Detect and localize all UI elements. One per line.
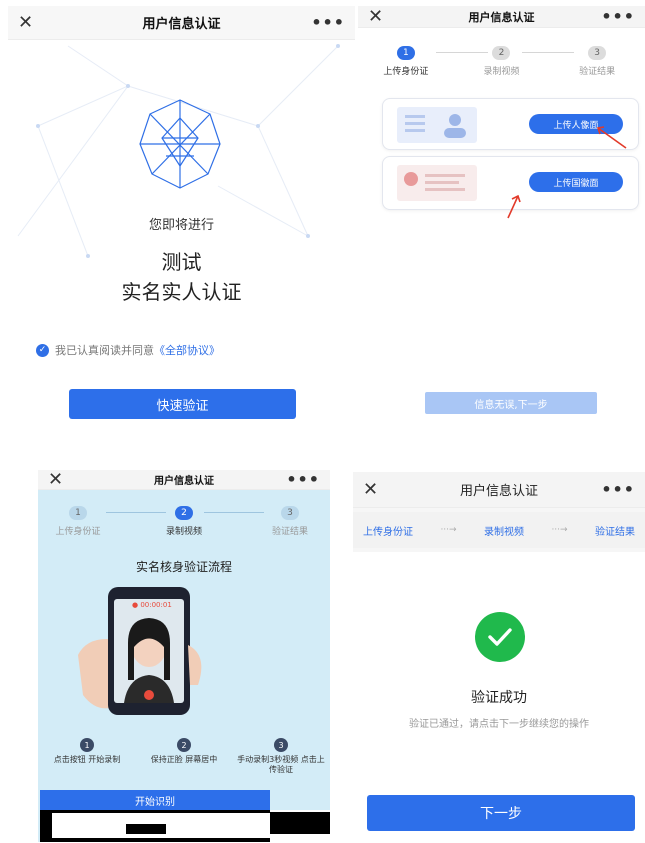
start-recognition-button[interactable]: 开始识别 [40, 790, 270, 810]
step-3: 3 验证结果 [579, 46, 616, 77]
crumb-result: 验证结果 [595, 526, 635, 538]
top-bar: ✕ 用户信息认证 ••• [358, 6, 645, 28]
success-title: 验证成功 [471, 690, 527, 706]
next-step-button-disabled[interactable]: 信息无误,下一步 [425, 392, 597, 414]
id-card-emblem-icon [397, 165, 477, 201]
agreement-text: 我已认真阅读并同意 [55, 344, 154, 357]
how-step-1: 1 点击按钮 开始录制 [42, 738, 132, 775]
step-2: 2 录制视频 [483, 46, 520, 77]
recording-timer: ● 00:00:01 [132, 601, 172, 609]
step-indicator: 1 上传身份证 2 录制视频 3 验证结果 [358, 46, 645, 77]
id-portrait-card[interactable]: 上传人像面 [382, 98, 639, 150]
crumb-upload-id: 上传身份证 [363, 526, 413, 538]
quick-verify-button[interactable]: 快速验证 [69, 389, 296, 419]
step-1: 1 上传身份证 [383, 46, 429, 77]
top-bar: ✕ 用户信息认证 ••• [38, 470, 330, 490]
step-indicator: 1 上传身份证 2 录制视频 3 验证结果 [38, 506, 330, 537]
checkbox-checked-icon[interactable]: ✓ [36, 343, 49, 357]
upload-emblem-button[interactable]: 上传国徽面 [529, 172, 623, 192]
step-3: 3 验证结果 [271, 506, 308, 537]
top-bar: ✕ 用户信息认证 ••• [353, 472, 645, 508]
crumb-arrow-icon: ···→ [551, 525, 568, 535]
more-icon[interactable]: ••• [601, 480, 635, 499]
id-card-portrait-icon [397, 107, 477, 143]
screen-verification-result: ✕ 用户信息认证 ••• 上传身份证 ···→ 录制视频 ···→ 验证结果 验… [353, 472, 645, 843]
more-icon[interactable]: ••• [601, 7, 635, 26]
step-1: 1 上传身份证 [55, 506, 101, 537]
page-title: 用户信息认证 [154, 476, 214, 487]
page-title: 用户信息认证 [468, 10, 535, 24]
result-body: 验证成功 验证已通过，请点击下一步继续您的操作 下一步 [353, 552, 645, 843]
progress-breadcrumb: 上传身份证 ···→ 录制视频 ···→ 验证结果 [353, 512, 645, 548]
screen-upload-id: ✕ 用户信息认证 ••• 1 上传身份证 2 录制视频 3 验证结果 上传人像面… [358, 6, 645, 434]
upload-portrait-button[interactable]: 上传人像面 [529, 114, 623, 134]
crumb-record-video: 录制视频 [484, 526, 524, 538]
screen-start-verification: ✕ 用户信息认证 ••• 您即将进行 测试 实名实人认证 ✓ 我已认真阅读并同意… [8, 6, 355, 434]
more-icon[interactable]: ••• [286, 470, 320, 489]
agreement-row[interactable]: ✓ 我已认真阅读并同意 《全部协议》 [36, 342, 220, 358]
how-step-2: 2 保持正脸 屏幕居中 [139, 738, 229, 775]
close-icon[interactable]: ✕ [363, 479, 378, 500]
next-step-button[interactable]: 下一步 [367, 795, 635, 831]
agreement-link[interactable]: 《全部协议》 [154, 342, 220, 358]
redaction-area [40, 810, 330, 842]
screen-record-video: ✕ 用户信息认证 ••• 1 上传身份证 2 录制视频 3 验证结果 实名核身验… [38, 470, 330, 842]
close-icon[interactable]: ✕ [368, 6, 383, 27]
intro-text: 您即将进行 [148, 218, 214, 233]
crumb-arrow-icon: ···→ [440, 525, 457, 535]
step-2: 2 录制视频 [165, 506, 202, 537]
intro-heading-line1: 测试 [161, 250, 202, 274]
id-emblem-card[interactable]: 上传国徽面 [382, 156, 639, 210]
success-check-icon [475, 612, 525, 662]
face-scan-icon [139, 99, 221, 189]
how-to-steps: 1 点击按钮 开始录制 2 保持正脸 屏幕居中 3 手动录制3秒视频 点击上传验… [38, 738, 330, 775]
phone-illustration: ● 00:00:01 [78, 585, 238, 724]
close-icon[interactable]: ✕ [48, 470, 63, 490]
process-heading: 实名核身验证流程 [135, 560, 232, 574]
page-title: 用户信息认证 [459, 484, 538, 499]
intro-heading-line2: 实名实人认证 [121, 280, 242, 304]
success-description: 验证已通过，请点击下一步继续您的操作 [409, 719, 589, 730]
how-step-3: 3 手动录制3秒视频 点击上传验证 [236, 738, 326, 775]
